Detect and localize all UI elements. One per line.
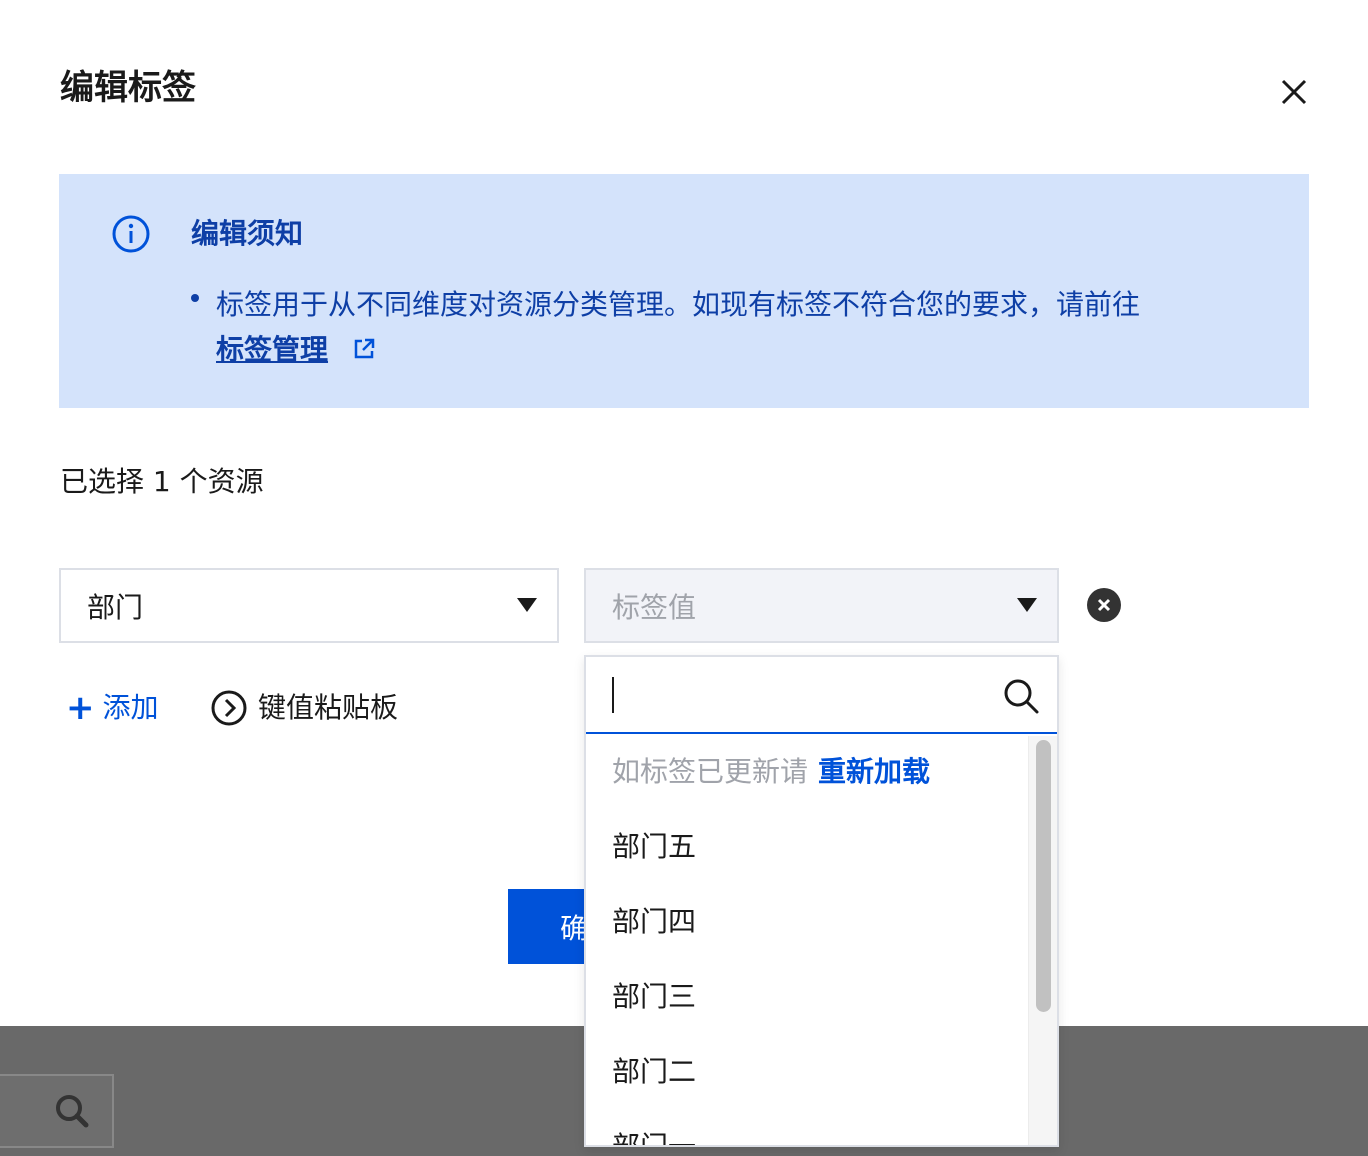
close-circle-icon xyxy=(1097,598,1111,612)
reload-link[interactable]: 重新加载 xyxy=(818,755,930,788)
tag-value-select[interactable]: 标签值 xyxy=(584,568,1059,643)
dropdown-option[interactable]: 部门四 xyxy=(612,902,696,942)
tag-key-select[interactable]: 部门 xyxy=(59,568,559,643)
tag-value-dropdown: 如标签已更新请 重新加载 部门五 部门四 部门三 部门二 部门一 xyxy=(584,655,1059,1147)
paste-board-button[interactable]: 键值粘贴板 xyxy=(210,686,398,730)
notice-text: 标签用于从不同维度对资源分类管理。如现有标签不符合您的要求，请前往 xyxy=(216,288,1141,321)
chevron-right-circle-icon xyxy=(211,690,247,726)
background-search-button[interactable] xyxy=(0,1074,114,1148)
dropdown-option[interactable]: 部门一 xyxy=(612,1127,696,1145)
notice-banner: 编辑须知 标签用于从不同维度对资源分类管理。如现有标签不符合您的要求，请前往 标… xyxy=(59,174,1309,408)
plus-icon: + xyxy=(66,688,95,728)
dialog-title: 编辑标签 xyxy=(60,68,196,108)
dropdown-option[interactable]: 部门二 xyxy=(612,1052,696,1092)
dropdown-search-input[interactable] xyxy=(616,673,986,717)
search-icon xyxy=(56,1095,89,1128)
tag-value-placeholder: 标签值 xyxy=(612,590,697,624)
dropdown-options-list: 如标签已更新请 重新加载 部门五 部门四 部门三 部门二 部门一 xyxy=(586,736,1028,1145)
selected-count: 已选择 1 个资源 xyxy=(60,465,264,498)
add-label: 添加 xyxy=(102,691,159,724)
caret-down-icon xyxy=(1017,598,1037,612)
dropdown-option[interactable]: 部门三 xyxy=(612,977,696,1017)
bullet-dot xyxy=(191,294,199,302)
paste-label: 键值粘贴板 xyxy=(258,691,399,724)
remove-tag-button[interactable] xyxy=(1087,588,1121,622)
scrollbar-thumb[interactable] xyxy=(1036,740,1051,1012)
dropdown-option[interactable]: 部门五 xyxy=(612,827,696,867)
reload-hint: 如标签已更新请 重新加载 xyxy=(612,752,930,792)
dropdown-scrollbar[interactable] xyxy=(1028,736,1057,1145)
tag-management-link[interactable]: 标签管理 xyxy=(216,328,328,372)
reload-hint-text: 如标签已更新请 xyxy=(612,755,809,788)
text-cursor xyxy=(612,677,614,713)
add-tag-button[interactable]: + 添加 xyxy=(66,686,159,730)
search-icon[interactable] xyxy=(1002,677,1040,715)
info-icon xyxy=(112,215,150,253)
close-icon xyxy=(1281,79,1307,105)
caret-down-icon xyxy=(517,598,537,612)
close-button[interactable] xyxy=(1276,74,1312,110)
notice-title: 编辑须知 xyxy=(191,217,304,250)
tag-key-value: 部门 xyxy=(87,590,144,624)
external-link-icon[interactable] xyxy=(352,337,376,361)
dropdown-search[interactable] xyxy=(586,657,1057,734)
